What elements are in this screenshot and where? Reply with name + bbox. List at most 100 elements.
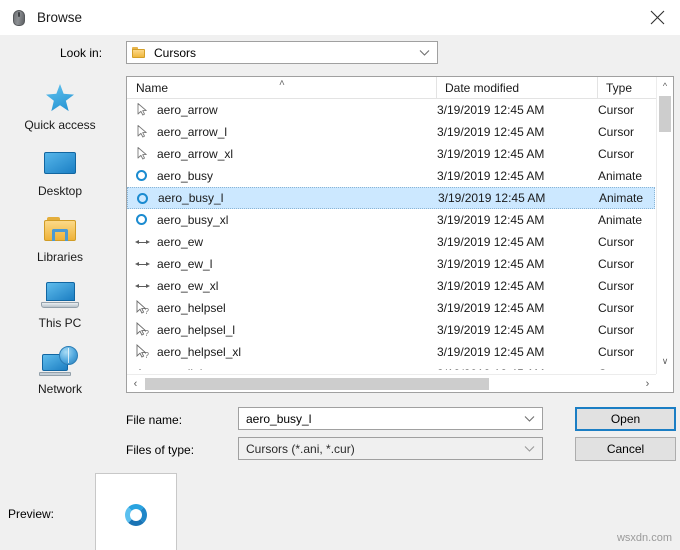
date-modified-cell: 3/19/2019 12:45 AM [437,345,545,359]
date-modified-cell: 3/19/2019 12:45 AM [437,213,545,227]
files-of-type-select[interactable]: Cursors (*.ani, *.cur) [238,437,543,460]
cursor-busy-icon [135,168,151,184]
table-row[interactable]: aero_arrow 3/19/2019 12:45 AM Cursor [127,99,655,121]
sidebar-item-label: This PC [38,316,82,330]
look-in-label: Look in: [60,46,103,60]
file-name-cell: aero_helpsel [157,301,226,315]
type-cell: Cursor [598,125,635,139]
horizontal-scrollbar[interactable]: ‹ › [127,374,673,392]
file-name-cell: aero_link [157,367,206,370]
table-row[interactable]: aero_ew 3/19/2019 12:45 AM Cursor [127,231,655,253]
computer-icon [37,278,83,316]
sidebar-item-label: Libraries [36,250,84,264]
cursor-busy-icon [135,212,151,228]
date-modified-cell: 3/19/2019 12:45 AM [437,125,545,139]
cursor-arrow-icon [135,124,151,140]
type-cell: Animate [598,169,643,183]
table-row[interactable]: aero_busy 3/19/2019 12:45 AM Animate [127,165,655,187]
type-cell: Animate [598,213,643,227]
scroll-right-button[interactable]: › [639,375,656,392]
open-button[interactable]: Open [575,407,676,431]
table-row[interactable]: aero_busy_l 3/19/2019 12:45 AM Animate [127,187,655,209]
svg-text:?: ? [145,307,150,316]
table-row[interactable]: aero_ew_xl 3/19/2019 12:45 AM Cursor [127,275,655,297]
column-header-name[interactable]: Name ˄ [127,77,437,98]
cursor-help-icon: ? [135,299,151,316]
table-row[interactable]: ? aero_helpsel_xl 3/19/2019 12:45 AM Cursor [127,341,655,363]
places-sidebar: Quick access Desktop Libraries This PC N… [0,72,120,472]
date-modified-cell: 3/19/2019 12:45 AM [437,367,544,370]
table-row[interactable]: aero_busy_xl 3/19/2019 12:45 AM Animate [127,209,655,231]
chevron-down-icon [419,49,430,56]
type-cell: Cursor [598,103,635,117]
sidebar-item-this-pc[interactable]: This PC [0,276,120,342]
scroll-down-button[interactable]: ∨ [657,353,673,370]
type-cell: Cursor [598,147,635,161]
file-name-cell: aero_arrow [157,103,218,117]
look-in-combobox[interactable]: Cursors [126,41,438,64]
table-row[interactable]: aero_arrow_xl 3/19/2019 12:45 AM Cursor [127,143,655,165]
look-in-bar: Look in: Cursors [0,35,680,97]
file-name-label: File name: [126,413,183,427]
type-cell: Cursor [598,235,635,249]
sidebar-item-label: Desktop [37,184,83,198]
sidebar-item-quick-access[interactable]: Quick access [0,78,120,144]
folder-icon [132,46,146,59]
vertical-scrollbar-thumb[interactable] [659,96,671,132]
cancel-button[interactable]: Cancel [575,437,676,461]
file-name-cell: aero_busy_xl [157,213,229,227]
type-cell: Animate [599,191,644,205]
libraries-folder-icon [37,212,83,250]
watermark: wsxdn.com [616,532,672,544]
file-name-cell: aero_arrow_xl [157,147,234,161]
close-icon [650,10,664,25]
title-bar: Browse [0,0,680,35]
cursor-help-icon: ? [135,321,151,338]
file-name-cell: aero_busy [157,169,214,183]
sidebar-item-libraries[interactable]: Libraries [0,210,120,276]
date-modified-cell: 3/19/2019 12:45 AM [437,279,545,293]
column-header-label: Date modified [445,80,520,95]
table-row[interactable]: aero_link 3/19/2019 12:45 AM Cursor [127,363,655,370]
date-modified-cell: 3/19/2019 12:45 AM [437,147,545,161]
window-title: Browse [37,10,83,25]
type-cell: Cursor [598,323,635,337]
cursor-arrow-icon [135,102,151,118]
date-modified-cell: 3/19/2019 12:45 AM [438,191,546,205]
table-row[interactable]: ? aero_helpsel_l 3/19/2019 12:45 AM Cursor [127,319,655,341]
sidebar-item-desktop[interactable]: Desktop [0,144,120,210]
preview-label: Preview: [8,507,55,521]
vertical-scrollbar[interactable]: ^ ∨ [656,77,673,392]
file-name-cell: aero_ew_xl [157,279,219,293]
date-modified-cell: 3/19/2019 12:45 AM [437,257,545,271]
column-header-date-modified[interactable]: Date modified [437,77,598,98]
date-modified-cell: 3/19/2019 12:45 AM [437,103,545,117]
cursor-resize-ew-icon [135,278,151,294]
close-button[interactable] [634,0,680,35]
scroll-up-button[interactable]: ^ [657,77,673,94]
file-list[interactable]: Name ˄ Date modified Type ˄ aero_arrow 3/… [126,76,674,393]
table-row[interactable]: aero_ew_l 3/19/2019 12:45 AM Cursor [127,253,655,275]
chevron-down-icon[interactable] [524,445,535,452]
type-cell: Cursor [598,257,635,271]
file-name-cell: aero_ew_l [157,257,213,271]
cursor-busy-icon [136,191,152,207]
file-name-input[interactable]: aero_busy_l [238,407,543,430]
cursor-resize-ew-icon [135,256,151,272]
mouse-icon [11,9,27,27]
sort-ascending-icon: ˄ [279,78,285,89]
horizontal-scrollbar-thumb[interactable] [145,378,489,390]
chevron-down-icon[interactable] [524,415,535,422]
type-cell: Cursor [598,345,635,359]
network-globe-icon [37,344,83,382]
file-name-cell: aero_busy_l [158,191,224,205]
column-header-label: Type [606,80,633,95]
column-header-type[interactable]: Type [598,77,658,98]
table-row[interactable]: ? aero_helpsel 3/19/2019 12:45 AM Cursor [127,297,655,319]
table-row[interactable]: aero_arrow_l 3/19/2019 12:45 AM Cursor [127,121,655,143]
files-of-type-value: Cursors (*.ani, *.cur) [246,441,355,456]
file-name-cell: aero_helpsel_l [157,323,236,337]
type-cell: Cursor [598,301,635,315]
scroll-left-button[interactable]: ‹ [127,375,144,392]
sidebar-item-network[interactable]: Network [0,342,120,408]
